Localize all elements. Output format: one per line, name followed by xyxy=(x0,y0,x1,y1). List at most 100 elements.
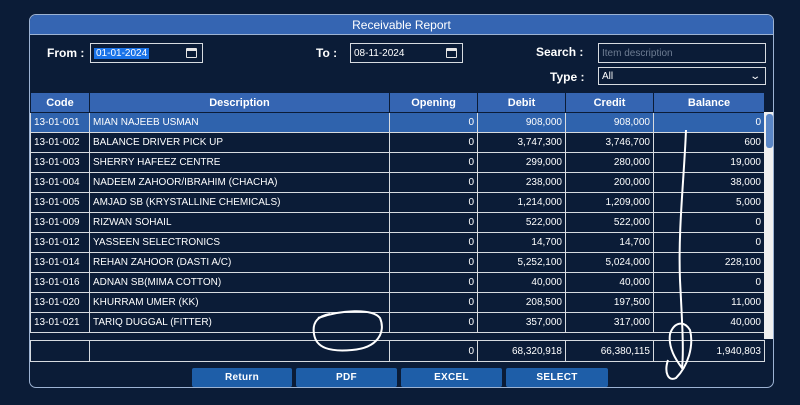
cell-opening: 0 xyxy=(389,112,478,133)
search-input[interactable]: Item description xyxy=(598,43,766,63)
table-row[interactable]: 13-01-002 BALANCE DRIVER PICK UP 0 3,747,30… xyxy=(30,132,765,153)
column-header-description[interactable]: Description xyxy=(89,92,390,113)
search-placeholder: Item description xyxy=(602,47,673,59)
cell-description: REHAN ZAHOOR (DASTI A/C) xyxy=(89,252,390,273)
cell-code: 13-01-005 xyxy=(30,192,90,213)
type-select[interactable]: All ⌄ xyxy=(598,67,766,85)
totals-code-cell xyxy=(30,340,90,362)
column-header-balance[interactable]: Balance xyxy=(653,92,765,113)
column-header-code[interactable]: Code xyxy=(30,92,90,113)
cell-code: 13-01-002 xyxy=(30,132,90,153)
cell-code: 13-01-003 xyxy=(30,152,90,173)
cell-balance: 0 xyxy=(653,212,765,233)
cell-balance: 5,000 xyxy=(653,192,765,213)
cell-credit: 317,000 xyxy=(565,312,654,333)
cell-debit: 14,700 xyxy=(477,232,566,253)
cell-balance: 0 xyxy=(653,232,765,253)
search-label: Search : xyxy=(536,45,584,59)
cell-description: NADEEM ZAHOOR/IBRAHIM (CHACHA) xyxy=(89,172,390,193)
table-row[interactable]: 13-01-009 RIZWAN SOHAIL 0 522,000 522,000 0 xyxy=(30,212,765,233)
select-button[interactable]: SELECT xyxy=(506,368,608,387)
cell-credit: 908,000 xyxy=(565,112,654,133)
cell-debit: 208,500 xyxy=(477,292,566,313)
cell-code: 13-01-020 xyxy=(30,292,90,313)
cell-opening: 0 xyxy=(389,132,478,153)
table-row[interactable]: 13-01-012 YASSEEN SELECTRONICS 0 14,700 14,7… xyxy=(30,232,765,253)
totals-description-cell xyxy=(89,340,390,362)
cell-opening: 0 xyxy=(389,152,478,173)
calendar-icon[interactable] xyxy=(186,48,197,58)
cell-description: TARIQ DUGGAL (FITTER) xyxy=(89,312,390,333)
table-body: 13-01-001 MIAN NAJEEB USMAN 0 908,000 908,00… xyxy=(30,112,765,333)
cell-credit: 5,024,000 xyxy=(565,252,654,273)
cell-debit: 522,000 xyxy=(477,212,566,233)
cell-description: AMJAD SB (KRYSTALLINE CHEMICALS) xyxy=(89,192,390,213)
return-button[interactable]: Return xyxy=(192,368,292,387)
table-row[interactable]: 13-01-021 TARIQ DUGGAL (FITTER) 0 357,000 31… xyxy=(30,312,765,333)
to-date-input[interactable]: 08-11-2024 xyxy=(350,43,463,63)
type-label: Type : xyxy=(550,70,585,84)
table-row[interactable]: 13-01-014 REHAN ZAHOOR (DASTI A/C) 0 5,252,… xyxy=(30,252,765,273)
to-label: To : xyxy=(316,46,338,60)
cell-balance: 228,100 xyxy=(653,252,765,273)
cell-balance: 600 xyxy=(653,132,765,153)
pdf-button-label: PDF xyxy=(336,372,357,383)
pdf-button[interactable]: PDF xyxy=(296,368,397,387)
receivable-report-window: Receivable Report From : 01-01-2024 To :… xyxy=(29,14,774,388)
chevron-down-icon: ⌄ xyxy=(748,71,761,82)
cell-description: BALANCE DRIVER PICK UP xyxy=(89,132,390,153)
cell-description: SHERRY HAFEEZ CENTRE xyxy=(89,152,390,173)
cell-description: RIZWAN SOHAIL xyxy=(89,212,390,233)
total-opening: 0 xyxy=(389,340,478,362)
select-button-label: SELECT xyxy=(536,372,578,383)
cell-opening: 0 xyxy=(389,232,478,253)
cell-description: MIAN NAJEEB USMAN xyxy=(89,112,390,133)
cell-credit: 3,746,700 xyxy=(565,132,654,153)
cell-opening: 0 xyxy=(389,252,478,273)
from-label: From : xyxy=(47,46,85,60)
cell-description: KHURRAM UMER (KK) xyxy=(89,292,390,313)
cell-balance: 0 xyxy=(653,112,765,133)
cell-debit: 238,000 xyxy=(477,172,566,193)
cell-code: 13-01-001 xyxy=(30,112,90,133)
table-row[interactable]: 13-01-016 ADNAN SB(MIMA COTTON) 0 40,000 40,… xyxy=(30,272,765,293)
column-header-debit[interactable]: Debit xyxy=(477,92,566,113)
table-row[interactable]: 13-01-003 SHERRY HAFEEZ CENTRE 0 299,000 280… xyxy=(30,152,765,173)
to-date-value: 08-11-2024 xyxy=(354,47,405,59)
table-row[interactable]: 13-01-001 MIAN NAJEEB USMAN 0 908,000 908,00… xyxy=(30,112,765,133)
cell-credit: 1,209,000 xyxy=(565,192,654,213)
window-title: Receivable Report xyxy=(30,15,773,35)
cell-balance: 40,000 xyxy=(653,312,765,333)
table-row[interactable]: 13-01-004 NADEEM ZAHOOR/IBRAHIM (CHACHA) 0… xyxy=(30,172,765,193)
cell-debit: 40,000 xyxy=(477,272,566,293)
totals-table: 0 68,320,918 66,380,115 1,940,803 xyxy=(30,340,765,362)
cell-balance: 11,000 xyxy=(653,292,765,313)
from-date-input[interactable]: 01-01-2024 xyxy=(90,43,203,63)
cell-credit: 200,000 xyxy=(565,172,654,193)
receivable-table: Code Description Opening Debit Credit Ba… xyxy=(30,92,773,359)
cell-opening: 0 xyxy=(389,272,478,293)
vertical-scrollbar[interactable] xyxy=(764,112,773,339)
cell-credit: 40,000 xyxy=(565,272,654,293)
total-balance: 1,940,803 xyxy=(653,340,765,362)
table-header-row: Code Description Opening Debit Credit Ba… xyxy=(30,92,765,113)
cell-credit: 197,500 xyxy=(565,292,654,313)
column-header-credit[interactable]: Credit xyxy=(565,92,654,113)
cell-code: 13-01-012 xyxy=(30,232,90,253)
column-header-opening[interactable]: Opening xyxy=(389,92,478,113)
scrollbar-thumb[interactable] xyxy=(766,114,773,148)
return-button-label: Return xyxy=(224,372,260,383)
cell-balance: 19,000 xyxy=(653,152,765,173)
table-row[interactable]: 13-01-020 KHURRAM UMER (KK) 0 208,500 197,50… xyxy=(30,292,765,313)
cell-opening: 0 xyxy=(389,292,478,313)
cell-debit: 5,252,100 xyxy=(477,252,566,273)
total-credit: 66,380,115 xyxy=(565,340,654,362)
cell-opening: 0 xyxy=(389,192,478,213)
table-row[interactable]: 13-01-005 AMJAD SB (KRYSTALLINE CHEMICALS… xyxy=(30,192,765,213)
cell-debit: 3,747,300 xyxy=(477,132,566,153)
total-debit: 68,320,918 xyxy=(477,340,566,362)
excel-button[interactable]: EXCEL xyxy=(401,368,502,387)
cell-credit: 280,000 xyxy=(565,152,654,173)
calendar-icon[interactable] xyxy=(446,48,457,58)
cell-credit: 14,700 xyxy=(565,232,654,253)
